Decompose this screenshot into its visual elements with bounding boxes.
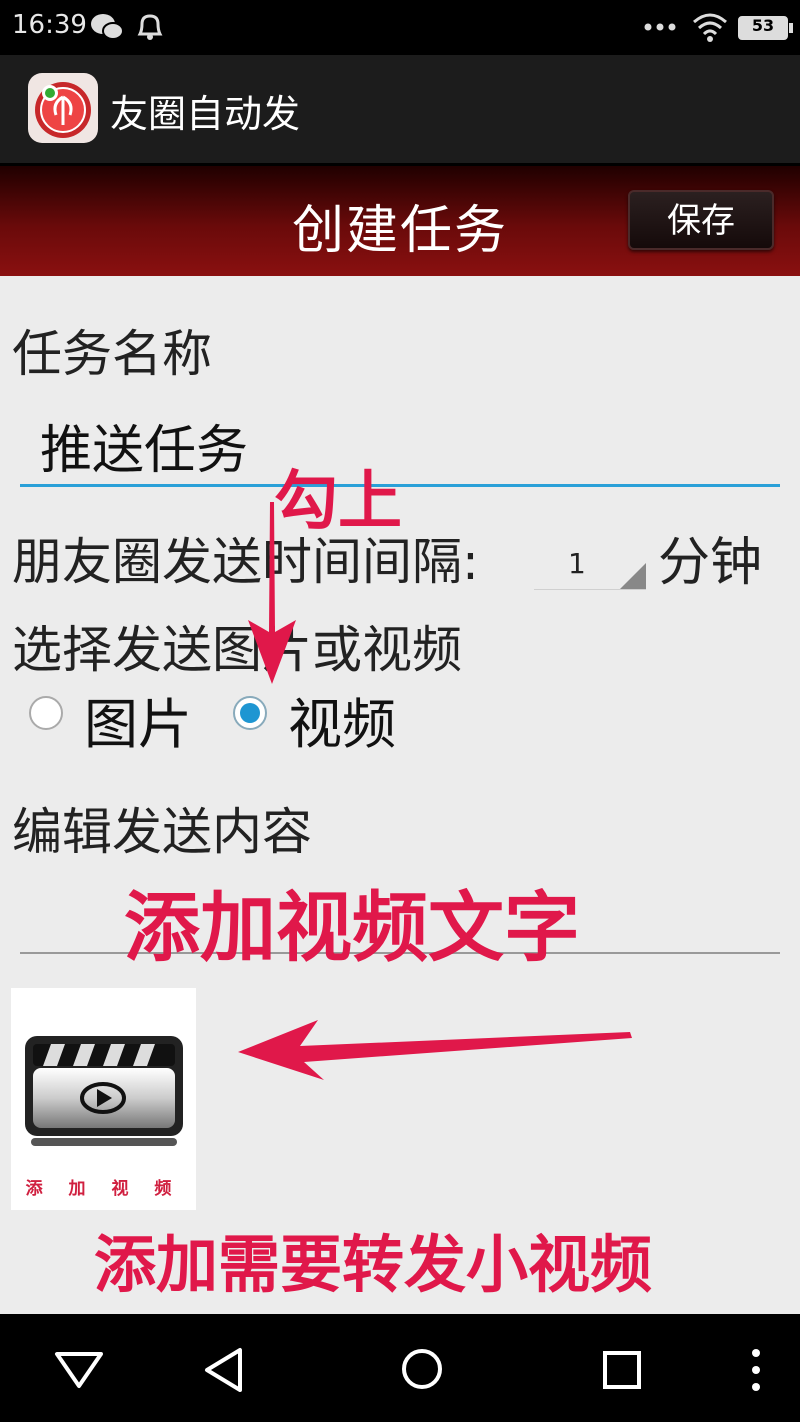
media-type-label: 选择发送图片或视频 — [12, 621, 462, 679]
annotation-add-video-text: 添加视频文字 — [124, 883, 580, 972]
radio-image-label[interactable]: 图片 — [84, 680, 192, 759]
back-icon[interactable] — [202, 1346, 246, 1394]
task-name-label: 任务名称 — [12, 325, 212, 383]
more-dots-icon — [644, 23, 676, 31]
interval-value: 1 — [568, 547, 586, 580]
annotation-arrow-left-icon — [238, 1020, 632, 1080]
wechat-icon — [91, 14, 124, 40]
battery-level: 53 — [751, 16, 775, 35]
radio-video[interactable] — [233, 696, 267, 730]
interval-unit: 分钟 — [658, 533, 763, 593]
video-clapperboard-icon — [25, 1036, 183, 1146]
annotation-arrow-down-icon — [248, 502, 296, 684]
recents-icon[interactable] — [602, 1350, 642, 1390]
collapse-down-icon[interactable] — [54, 1350, 104, 1390]
annotation-add-forward-video: 添加需要转发小视频 — [94, 1228, 653, 1301]
battery-icon: 53 — [738, 16, 793, 40]
app-logo-icon — [28, 73, 98, 143]
notification-bell-icon — [137, 14, 163, 40]
save-button[interactable]: 保存 — [628, 190, 774, 250]
app-title: 友圈自动发 — [110, 92, 301, 136]
content-label: 编辑发送内容 — [12, 803, 312, 861]
status-bar: 16:39 53 — [0, 0, 800, 55]
home-icon[interactable] — [400, 1347, 444, 1391]
dropdown-triangle-icon — [620, 563, 646, 589]
menu-dots-icon[interactable] — [750, 1348, 762, 1392]
add-video-label: 添 加 视 频 — [25, 1179, 182, 1199]
page-header: 创建任务 保存 — [0, 166, 800, 276]
radio-image[interactable] — [29, 696, 63, 730]
add-video-button[interactable]: 添 加 视 频 — [11, 988, 196, 1210]
form-content: 任务名称 推送任务 朋友圈发送时间间隔: 1 分钟 选择发送图片或视频 图片 视… — [0, 276, 800, 1314]
task-name-value: 推送任务 — [40, 421, 249, 481]
radio-video-label[interactable]: 视频 — [288, 680, 396, 759]
app-bar: 友圈自动发 — [0, 55, 800, 166]
wifi-icon — [693, 13, 727, 42]
status-time: 16:39 — [12, 10, 87, 40]
interval-spinner[interactable]: 1 — [534, 531, 646, 590]
navigation-bar — [0, 1314, 800, 1422]
